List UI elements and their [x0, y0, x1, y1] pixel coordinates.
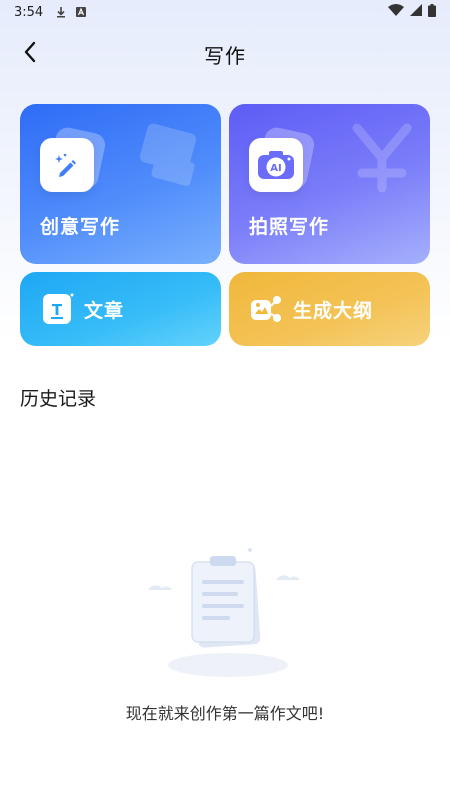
status-bar: 3:54	[0, 0, 450, 24]
empty-state-text: 现在就来创作第一篇作文吧!	[125, 704, 325, 723]
wifi-icon	[388, 4, 404, 20]
empty-state-illustration	[138, 540, 312, 680]
photo-writing-card[interactable]: AI 拍照写作	[229, 104, 430, 264]
decor-pattern-icon	[352, 123, 412, 193]
battery-icon	[428, 3, 436, 21]
back-button[interactable]	[14, 38, 46, 70]
mindmap-icon	[249, 292, 283, 326]
ai-camera-text: AI	[270, 163, 281, 174]
document-clipboard-icon	[148, 548, 300, 677]
outline-card[interactable]: 生成大纲	[229, 272, 430, 346]
text-document-icon: T	[40, 292, 74, 326]
article-card[interactable]: T 文章	[20, 272, 221, 346]
pen-sparkle-icon	[40, 138, 94, 192]
decor-pattern-icon	[140, 123, 196, 186]
article-icon-text: T	[52, 301, 63, 319]
a-box-icon	[75, 6, 87, 18]
chevron-left-icon	[23, 41, 37, 67]
creative-writing-card[interactable]: 创意写作	[20, 104, 221, 264]
page-title: 写作	[204, 43, 246, 68]
signal-icon	[410, 4, 422, 20]
download-icon	[55, 6, 67, 18]
history-title: 历史记录	[20, 388, 97, 410]
outline-label: 生成大纲	[293, 300, 374, 322]
article-label: 文章	[84, 300, 125, 322]
header: 写作	[0, 30, 450, 78]
status-time: 3:54	[14, 4, 44, 20]
ai-camera-icon: AI	[249, 138, 303, 192]
creative-writing-label: 创意写作	[40, 216, 121, 238]
photo-writing-label: 拍照写作	[249, 216, 330, 238]
